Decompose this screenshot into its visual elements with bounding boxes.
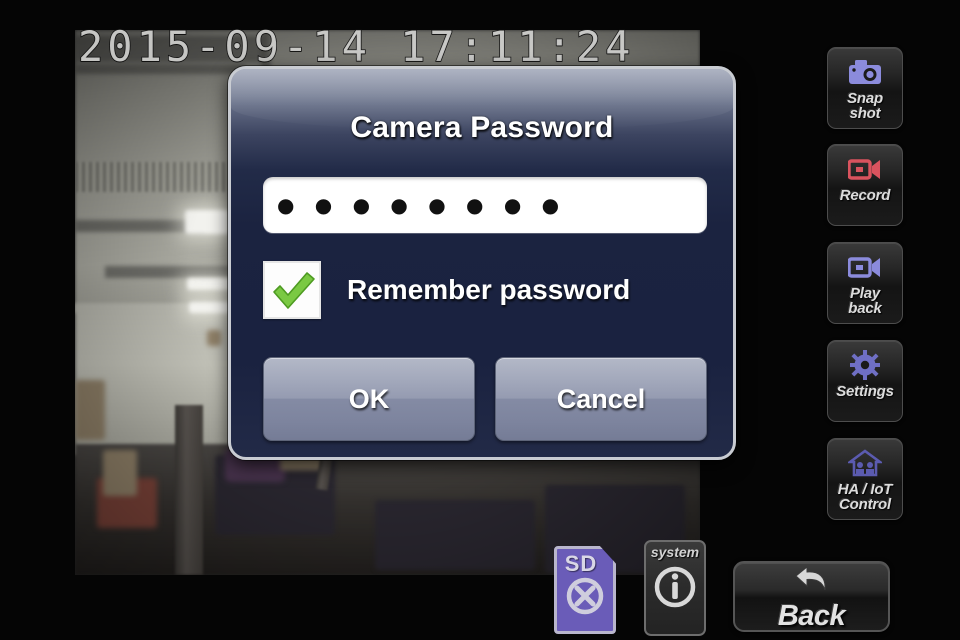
ok-button[interactable]: OK	[263, 357, 475, 441]
remember-password-checkbox[interactable]	[263, 261, 321, 319]
sidebar-item-label: Play back	[848, 285, 882, 317]
sd-card-status-icon[interactable]: SD	[554, 546, 616, 634]
camera-password-dialog: Camera Password ● ● ● ● ● ● ● ● Remember…	[228, 66, 736, 460]
password-input[interactable]: ● ● ● ● ● ● ● ●	[263, 177, 707, 233]
sidebar-item-label: Settings	[836, 383, 894, 400]
sidebar-item-label: HA / IoT Control	[837, 481, 893, 513]
sidebar-item-playback[interactable]: Play back	[827, 242, 903, 324]
sidebar-item-label: Record	[839, 187, 891, 204]
system-label: system	[650, 544, 700, 560]
remember-password-row[interactable]: Remember password	[263, 261, 630, 319]
back-button-label: Back	[777, 600, 846, 632]
sd-card-label: SD	[564, 551, 598, 576]
check-icon	[273, 272, 315, 309]
sidebar-item-record[interactable]: Record	[827, 144, 903, 226]
camcorder-icon	[848, 152, 882, 186]
sidebar-item-ha-iot-control[interactable]: HA / IoT Control	[827, 438, 903, 520]
password-masked-value: ● ● ● ● ● ● ● ●	[277, 193, 567, 217]
camera-icon	[848, 55, 882, 89]
home-iot-icon	[848, 446, 882, 480]
gear-icon	[850, 348, 880, 382]
camera-viewer-app: 2015-09-14 17:11:24 Camera Password ● ● …	[0, 0, 960, 640]
info-circle-icon	[654, 566, 696, 608]
back-button[interactable]: Back	[733, 561, 890, 632]
x-circle-icon	[566, 577, 604, 615]
dialog-title: Camera Password	[350, 111, 614, 144]
dialog-button-row: OK Cancel	[263, 357, 707, 441]
back-arrow-icon	[793, 565, 831, 601]
toolbar-sidebar: Snap shot Record Play back Settings HA /…	[815, 0, 960, 640]
remember-password-label: Remember password	[347, 274, 631, 305]
sidebar-item-settings[interactable]: Settings	[827, 340, 903, 422]
camcorder-icon	[848, 250, 882, 284]
system-info-icon-button[interactable]: system	[644, 540, 706, 636]
cancel-button[interactable]: Cancel	[495, 357, 707, 441]
video-timestamp: 2015-09-14 17:11:24	[77, 22, 635, 71]
sidebar-item-snapshot[interactable]: Snap shot	[827, 47, 903, 129]
sidebar-item-label: Snap shot	[847, 90, 883, 122]
